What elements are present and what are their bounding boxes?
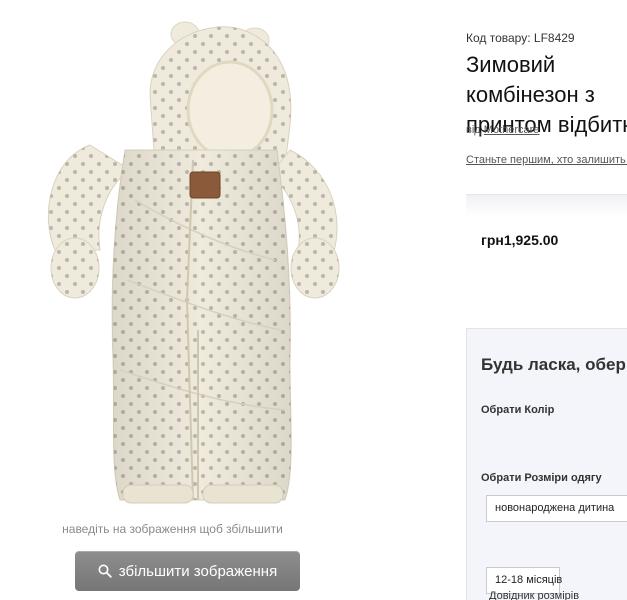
brand-link[interactable]: Mothercare [484,124,540,136]
zoom-hint: наведіть на зображення щоб збільшити [62,522,283,536]
brand-prefix: від [466,124,481,136]
size-option[interactable]: новонароджена дитина [486,495,627,522]
zoom-image-button[interactable]: збільшити зображення [75,551,300,591]
product-image[interactable] [15,0,340,515]
options-heading: Будь ласка, оберіть [481,355,627,374]
colour-label: Обрати Колір [481,404,555,416]
product-price: грн1,925.00 [481,232,559,248]
size-label: Обрати Розміри одягу [481,472,602,484]
product-info: Код товару: LF8429 Зимовий комбінезон з … [466,0,627,600]
size-guide-link[interactable]: Довідник розмірів [489,590,579,600]
brand-line: від Mothercare [466,124,539,136]
zoom-button-label: збільшити зображення [118,562,278,580]
review-link[interactable]: Станьте першим, хто залишить відгук [466,154,627,166]
magnifier-icon [98,564,112,578]
product-sku: Код товару: LF8429 [466,31,575,45]
